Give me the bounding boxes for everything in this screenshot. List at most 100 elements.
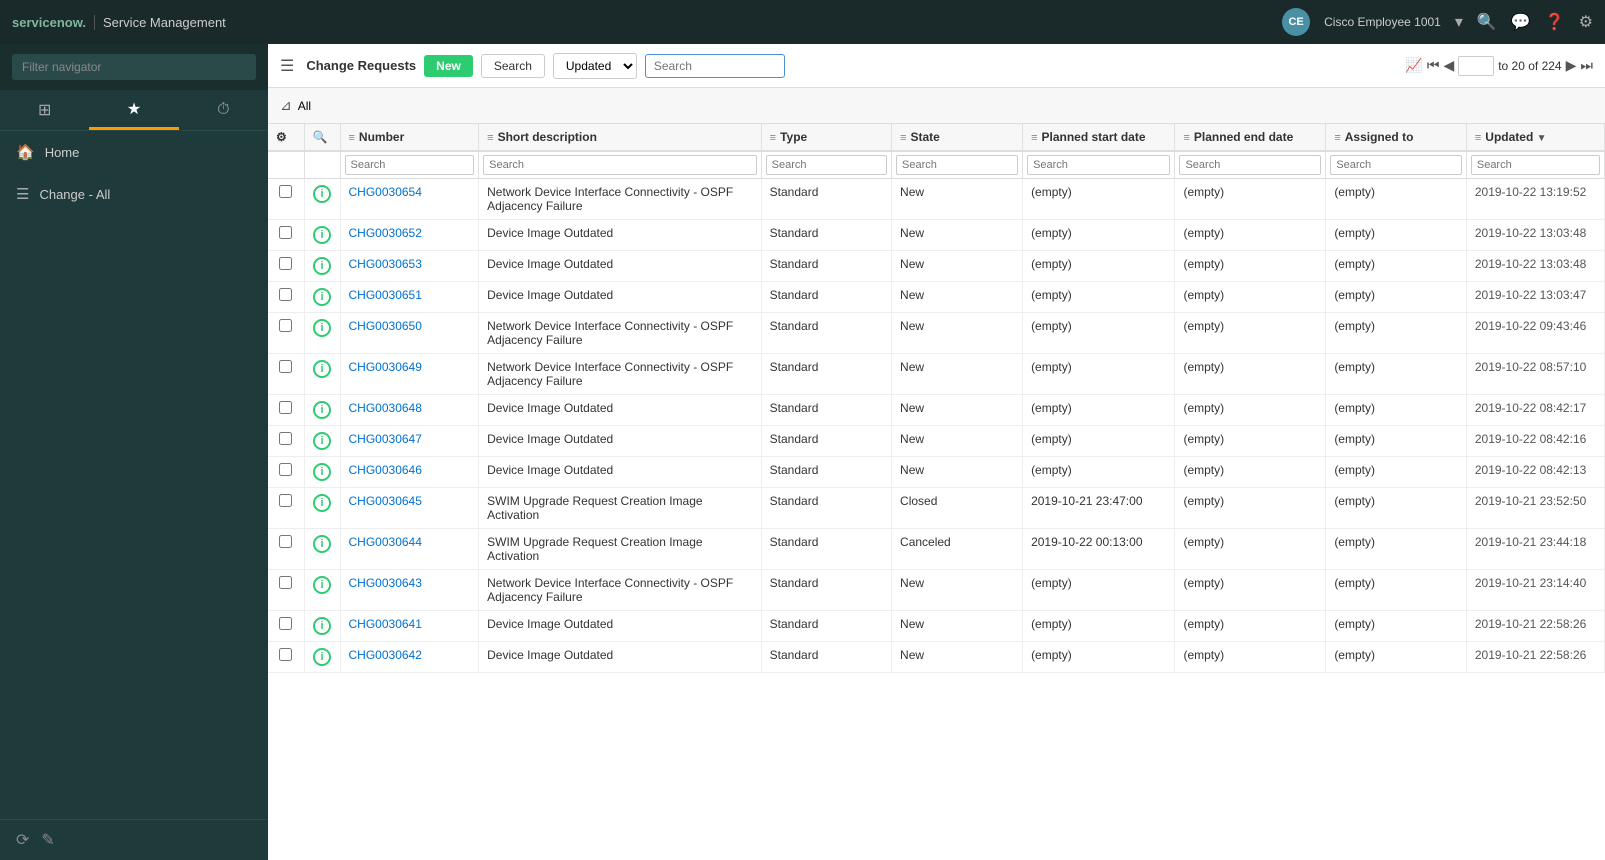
search-number-input[interactable]: [345, 155, 475, 175]
chg-link[interactable]: CHG0030651: [349, 288, 422, 302]
search-planned-end-cell: [1175, 151, 1326, 179]
row-checkbox[interactable]: [279, 288, 292, 301]
filter-funnel-icon[interactable]: ⊿: [280, 97, 292, 114]
settings-icon[interactable]: ⚙: [1579, 12, 1593, 32]
chg-link[interactable]: CHG0030650: [349, 319, 422, 333]
search-planned-start-input[interactable]: [1027, 155, 1170, 175]
menu-icon[interactable]: ☰: [280, 56, 294, 76]
dropdown-icon[interactable]: ▾: [1455, 12, 1463, 32]
table-body: i CHG0030654 Network Device Interface Co…: [268, 179, 1605, 673]
col-label-assigned-to: Assigned to: [1345, 130, 1414, 144]
page-input[interactable]: 1: [1458, 56, 1494, 76]
col-settings[interactable]: ⚙: [268, 124, 304, 151]
col-search-toggle[interactable]: 🔍: [304, 124, 340, 151]
first-page-icon[interactable]: ⏮: [1427, 57, 1440, 74]
row-checkbox[interactable]: [279, 576, 292, 589]
info-icon[interactable]: i: [313, 617, 331, 635]
info-icon[interactable]: i: [313, 648, 331, 666]
column-search-row: [268, 151, 1605, 179]
search-assigned-to-input[interactable]: [1330, 155, 1462, 175]
sidebar-item-change-all[interactable]: ☰ Change - All: [0, 173, 268, 215]
row-assigned-to-cell: (empty): [1326, 282, 1467, 313]
info-icon[interactable]: i: [313, 576, 331, 594]
info-icon[interactable]: i: [313, 288, 331, 306]
search-short-desc-input[interactable]: [483, 155, 757, 175]
chg-link[interactable]: CHG0030648: [349, 401, 422, 415]
row-checkbox[interactable]: [279, 226, 292, 239]
sidebar-tab-grid[interactable]: ⊞: [0, 90, 89, 130]
filter-select[interactable]: Updated: [553, 53, 637, 79]
row-checkbox-cell: [268, 426, 304, 457]
info-icon[interactable]: i: [313, 401, 331, 419]
row-planned-end-cell: (empty): [1175, 251, 1326, 282]
info-icon[interactable]: i: [313, 185, 331, 203]
col-header-planned-end[interactable]: ≡Planned end date: [1175, 124, 1326, 151]
row-checkbox[interactable]: [279, 648, 292, 661]
search-type-input[interactable]: [766, 155, 887, 175]
chg-link[interactable]: CHG0030646: [349, 463, 422, 477]
chg-link[interactable]: CHG0030652: [349, 226, 422, 240]
chg-link[interactable]: CHG0030645: [349, 494, 422, 508]
row-state-cell: New: [892, 313, 1023, 354]
filter-navigator-input[interactable]: [12, 54, 256, 80]
row-planned-start-cell: (empty): [1023, 251, 1175, 282]
row-checkbox[interactable]: [279, 360, 292, 373]
sidebar-edit-icon[interactable]: ✎: [41, 830, 54, 850]
col-header-number[interactable]: ≡Number: [340, 124, 479, 151]
row-checkbox-cell: [268, 179, 304, 220]
sidebar-refresh-icon[interactable]: ⟳: [16, 830, 29, 850]
help-icon[interactable]: ❓: [1545, 12, 1565, 32]
toolbar-search-input[interactable]: [645, 54, 785, 78]
row-checkbox[interactable]: [279, 319, 292, 332]
info-icon[interactable]: i: [313, 432, 331, 450]
sidebar-tab-history[interactable]: ⏱: [179, 90, 268, 130]
row-short-desc-cell: Device Image Outdated: [479, 395, 762, 426]
col-header-planned-start[interactable]: ≡Planned start date: [1023, 124, 1175, 151]
chg-link[interactable]: CHG0030641: [349, 617, 422, 631]
sidebar-tab-favorites[interactable]: ★: [89, 90, 178, 130]
info-icon[interactable]: i: [313, 463, 331, 481]
row-checkbox[interactable]: [279, 185, 292, 198]
last-page-icon[interactable]: ⏭: [1580, 57, 1593, 74]
chg-link[interactable]: CHG0030644: [349, 535, 422, 549]
new-button[interactable]: New: [424, 55, 473, 77]
search-button[interactable]: Search: [481, 54, 545, 78]
col-header-type[interactable]: ≡Type: [761, 124, 891, 151]
next-page-icon[interactable]: ▶: [1566, 57, 1577, 74]
trend-icon[interactable]: 📈: [1405, 57, 1422, 74]
chg-link[interactable]: CHG0030654: [349, 185, 422, 199]
info-icon[interactable]: i: [313, 257, 331, 275]
row-number-cell: CHG0030644: [340, 529, 479, 570]
info-icon[interactable]: i: [313, 535, 331, 553]
chg-link[interactable]: CHG0030653: [349, 257, 422, 271]
info-icon[interactable]: i: [313, 494, 331, 512]
row-checkbox[interactable]: [279, 432, 292, 445]
chg-link[interactable]: CHG0030643: [349, 576, 422, 590]
row-checkbox[interactable]: [279, 617, 292, 630]
search-planned-end-input[interactable]: [1179, 155, 1321, 175]
search-icon[interactable]: 🔍: [1477, 12, 1497, 32]
chat-icon[interactable]: 💬: [1511, 12, 1531, 32]
prev-page-icon[interactable]: ◀: [1443, 57, 1454, 74]
col-header-assigned-to[interactable]: ≡Assigned to: [1326, 124, 1467, 151]
row-type-cell: Standard: [761, 488, 891, 529]
search-state-input[interactable]: [896, 155, 1018, 175]
info-icon[interactable]: i: [313, 360, 331, 378]
row-checkbox[interactable]: [279, 401, 292, 414]
chg-link[interactable]: CHG0030649: [349, 360, 422, 374]
row-checkbox[interactable]: [279, 535, 292, 548]
col-header-state[interactable]: ≡State: [892, 124, 1023, 151]
col-header-short-desc[interactable]: ≡Short description: [479, 124, 762, 151]
row-checkbox[interactable]: [279, 257, 292, 270]
info-icon[interactable]: i: [313, 319, 331, 337]
row-short-desc-cell: SWIM Upgrade Request Creation Image Acti…: [479, 529, 762, 570]
row-assigned-to-cell: (empty): [1326, 426, 1467, 457]
info-icon[interactable]: i: [313, 226, 331, 244]
chg-link[interactable]: CHG0030642: [349, 648, 422, 662]
chg-link[interactable]: CHG0030647: [349, 432, 422, 446]
col-header-updated[interactable]: ≡Updated ▼: [1466, 124, 1604, 151]
search-updated-input[interactable]: [1471, 155, 1600, 175]
sidebar-item-home[interactable]: 🏠 Home: [0, 131, 268, 173]
row-checkbox[interactable]: [279, 463, 292, 476]
row-checkbox[interactable]: [279, 494, 292, 507]
